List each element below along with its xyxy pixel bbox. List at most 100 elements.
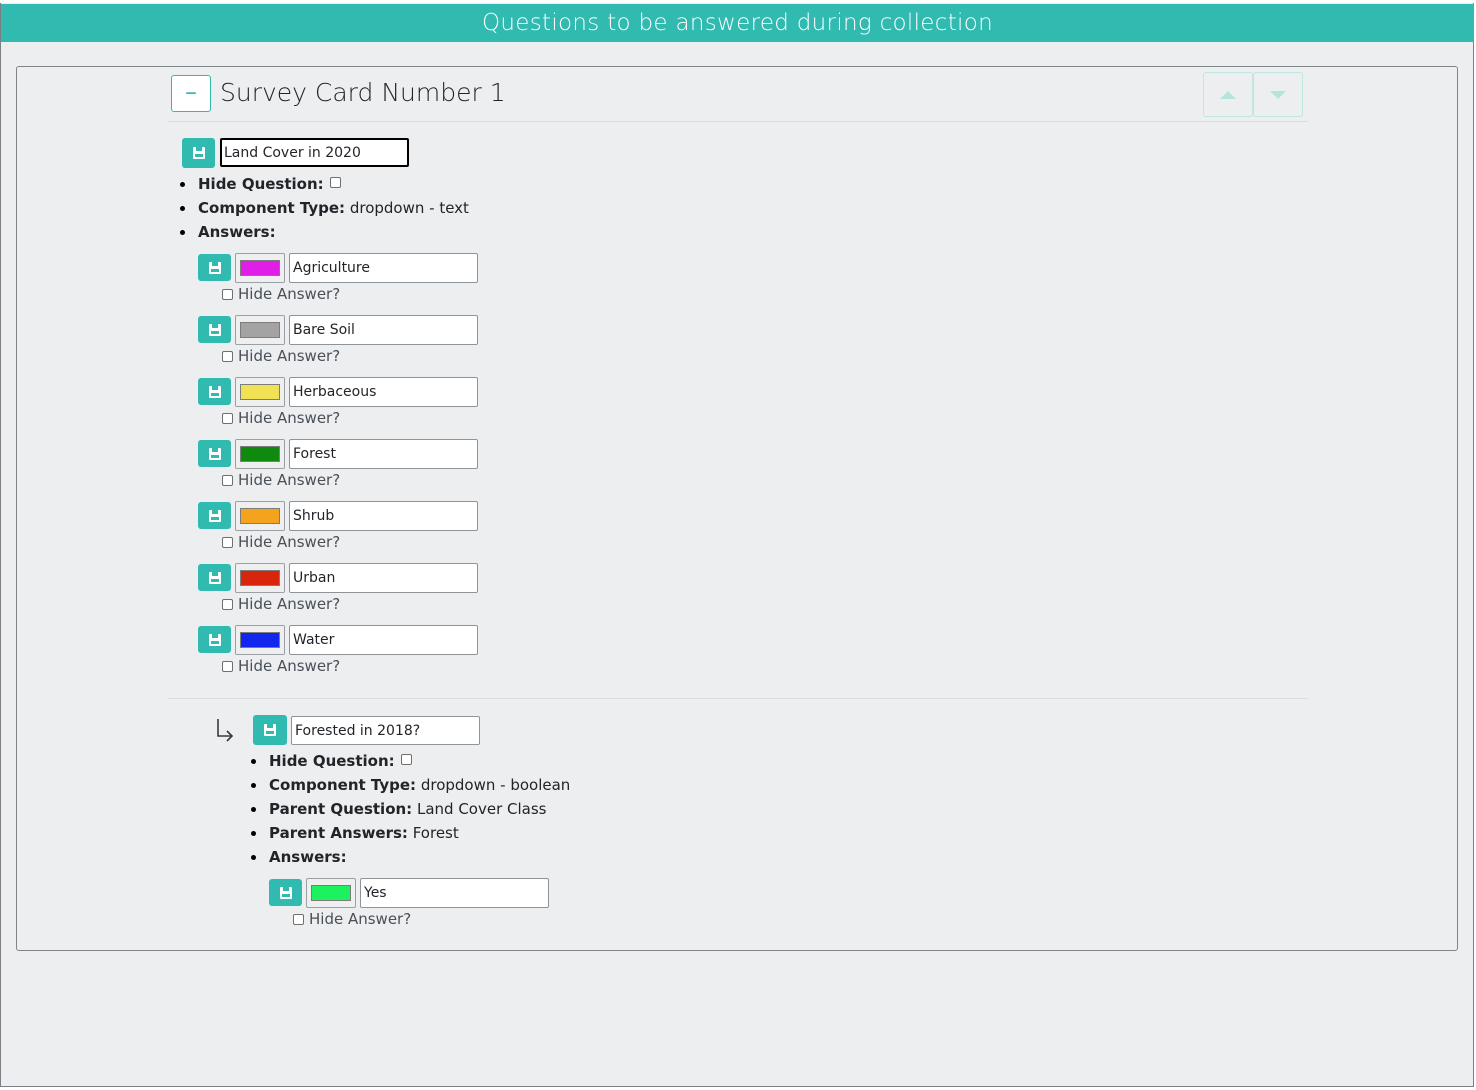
move-card-down-button[interactable] xyxy=(1253,72,1303,117)
card-title: Survey Card Number 1 xyxy=(220,78,506,107)
hide-answer-label: Hide Answer? xyxy=(238,409,341,427)
save-answer-button[interactable] xyxy=(198,316,231,343)
floppy-disk-icon xyxy=(208,261,221,274)
hide-answer-label: Hide Answer? xyxy=(238,471,341,489)
answer-text-input[interactable] xyxy=(360,878,549,908)
answer-color-picker[interactable] xyxy=(235,563,285,593)
save-question-button[interactable] xyxy=(182,138,215,168)
answer-color-swatch xyxy=(240,384,280,400)
page-title: Questions to be answered during collecti… xyxy=(1,4,1474,42)
floppy-disk-icon xyxy=(192,147,205,159)
hide-answer-checkbox[interactable] xyxy=(222,351,233,362)
question-text-input[interactable] xyxy=(220,138,409,167)
answer-color-picker[interactable] xyxy=(235,253,285,283)
floppy-disk-icon xyxy=(208,385,221,398)
save-answer-button[interactable] xyxy=(198,254,231,281)
answers-heading-row: Answers: xyxy=(180,222,276,242)
answer-color-swatch xyxy=(240,446,280,462)
hide-answer-label: Hide Answer? xyxy=(238,657,341,675)
floppy-disk-icon xyxy=(279,886,292,899)
caret-down-icon xyxy=(1270,91,1286,99)
parent-answers-value: Forest xyxy=(412,824,459,842)
hide-answer-row: Hide Answer? xyxy=(222,284,340,304)
child-answers-heading-row: Answers: xyxy=(251,847,347,867)
hide-answer-label: Hide Answer? xyxy=(238,347,341,365)
hide-answer-label: Hide Answer? xyxy=(238,595,341,613)
hide-question-checkbox[interactable] xyxy=(330,177,342,188)
answer-color-picker[interactable] xyxy=(235,501,285,531)
save-answer-button[interactable] xyxy=(198,378,231,405)
save-answer-button[interactable] xyxy=(198,440,231,467)
hide-answer-row: Hide Answer? xyxy=(222,656,340,676)
answer-color-picker[interactable] xyxy=(235,439,285,469)
answer-color-picker[interactable] xyxy=(306,878,356,908)
component-type-label: Component Type: xyxy=(198,199,346,217)
answer-text-input[interactable] xyxy=(289,253,478,283)
card-header-divider xyxy=(168,121,1308,122)
component-type-label: Component Type: xyxy=(269,776,417,794)
answer-color-swatch xyxy=(311,885,351,901)
parent-question-label: Parent Question: xyxy=(269,800,413,818)
component-type-value: dropdown - text xyxy=(349,199,469,217)
hide-answer-row: Hide Answer? xyxy=(293,909,411,929)
component-type-row: Component Type: dropdown - text xyxy=(180,198,469,218)
save-answer-button[interactable] xyxy=(269,879,302,906)
child-hide-question-checkbox[interactable] xyxy=(401,754,413,765)
floppy-disk-icon xyxy=(208,571,221,584)
answer-color-swatch xyxy=(240,260,280,276)
answer-text-input[interactable] xyxy=(289,563,478,593)
save-answer-button[interactable] xyxy=(198,502,231,529)
hide-question-label: Hide Question: xyxy=(198,175,324,193)
collapse-card-button[interactable]: – xyxy=(171,75,211,112)
parent-question-value: Land Cover Class xyxy=(416,800,547,818)
caret-up-icon xyxy=(1220,91,1236,99)
hide-answer-label: Hide Answer? xyxy=(238,285,341,303)
answer-text-input[interactable] xyxy=(289,625,478,655)
hide-question-label: Hide Question: xyxy=(269,752,395,770)
hide-answer-label: Hide Answer? xyxy=(238,533,341,551)
child-question-text-input[interactable] xyxy=(291,716,480,745)
answer-color-swatch xyxy=(240,508,280,524)
answer-color-picker[interactable] xyxy=(235,377,285,407)
child-hide-question-row: Hide Question: xyxy=(250,751,413,771)
parent-answers-row: Parent Answers: Forest xyxy=(251,823,459,843)
hide-answer-checkbox[interactable] xyxy=(222,661,233,672)
save-answer-button[interactable] xyxy=(198,564,231,591)
hide-answer-checkbox[interactable] xyxy=(222,289,233,300)
answer-text-input[interactable] xyxy=(289,315,478,345)
component-type-value: dropdown - boolean xyxy=(420,776,571,794)
hide-answer-row: Hide Answer? xyxy=(222,470,340,490)
hide-answer-checkbox[interactable] xyxy=(293,914,304,925)
answer-color-swatch xyxy=(240,632,280,648)
move-card-up-button[interactable] xyxy=(1203,72,1253,117)
answer-color-picker[interactable] xyxy=(235,625,285,655)
hide-answer-row: Hide Answer? xyxy=(222,532,340,552)
save-answer-button[interactable] xyxy=(198,626,231,653)
child-question-arrow-icon xyxy=(217,719,234,742)
parent-answers-label: Parent Answers: xyxy=(269,824,408,842)
hide-answer-row: Hide Answer? xyxy=(222,408,340,428)
question-divider xyxy=(168,698,1308,699)
answer-color-picker[interactable] xyxy=(235,315,285,345)
answers-label: Answers: xyxy=(269,848,347,866)
floppy-disk-icon xyxy=(208,447,221,460)
save-child-question-button[interactable] xyxy=(253,715,287,745)
answer-text-input[interactable] xyxy=(289,439,478,469)
floppy-disk-icon xyxy=(208,633,221,646)
hide-answer-row: Hide Answer? xyxy=(222,594,340,614)
child-component-type-row: Component Type: dropdown - boolean xyxy=(250,775,571,795)
hide-answer-checkbox[interactable] xyxy=(222,475,233,486)
minus-icon: – xyxy=(185,78,197,106)
hide-answer-label: Hide Answer? xyxy=(309,910,412,928)
answer-text-input[interactable] xyxy=(289,377,478,407)
answer-text-input[interactable] xyxy=(289,501,478,531)
floppy-disk-icon xyxy=(264,724,276,736)
hide-question-row: Hide Question: xyxy=(179,174,342,194)
hide-answer-checkbox[interactable] xyxy=(222,599,233,610)
floppy-disk-icon xyxy=(208,509,221,522)
hide-answer-checkbox[interactable] xyxy=(222,537,233,548)
hide-answer-checkbox[interactable] xyxy=(222,413,233,424)
floppy-disk-icon xyxy=(208,323,221,336)
answers-label: Answers: xyxy=(198,223,276,241)
hide-answer-row: Hide Answer? xyxy=(222,346,340,366)
